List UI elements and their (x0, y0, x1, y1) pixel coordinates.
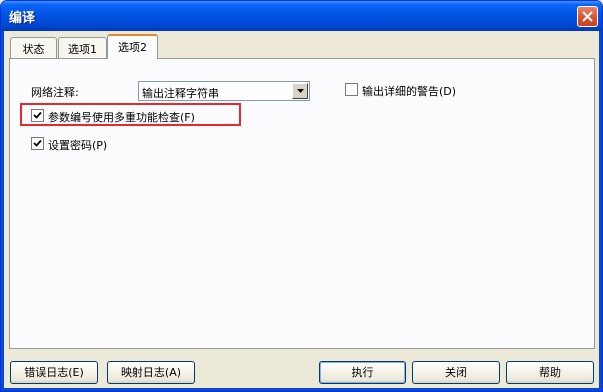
chevron-down-icon (297, 89, 304, 93)
options2-content: 网络注释: 输出注释字符串 输出详细的警告(D) 参数编号使用多重功能检查(F)… (1, 1, 602, 391)
network-comment-value: 输出注释字符串 (142, 87, 219, 100)
dropdown-button[interactable] (292, 83, 308, 99)
network-comment-label: 网络注释: (31, 86, 79, 99)
network-comment-select[interactable]: 输出注释字符串 (138, 81, 310, 101)
highlight-annotation (20, 103, 241, 126)
detailed-warning-checkbox[interactable] (345, 83, 358, 96)
set-password-checkbox[interactable] (31, 137, 44, 150)
checkmark-icon (33, 139, 42, 147)
set-password-label: 设置密码(P) (48, 139, 108, 152)
detailed-warning-label: 输出详细的警告(D) (362, 85, 457, 98)
compile-dialog: 编译 状态 选项1 选项2 网络注释: 输出注释字符串 输出详细的警告(D) 参… (0, 0, 603, 392)
